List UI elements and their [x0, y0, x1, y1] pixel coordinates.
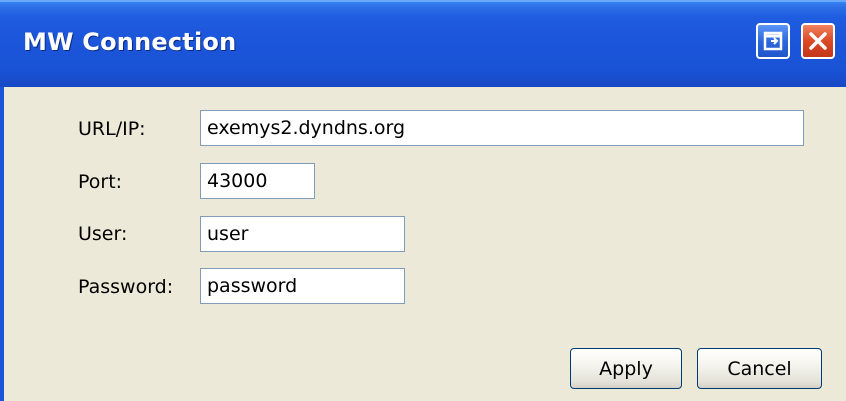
url-input[interactable] [200, 110, 804, 146]
password-label: Password: [78, 276, 174, 298]
password-input[interactable] [200, 268, 405, 304]
user-input[interactable] [200, 216, 405, 252]
cancel-button[interactable]: Cancel [697, 348, 822, 389]
mw-connection-window: MW Connection URL/IP: Port: User: Passwo… [0, 0, 846, 401]
close-button[interactable] [801, 23, 835, 59]
restore-button[interactable] [756, 23, 790, 59]
user-label: User: [78, 223, 128, 245]
title-bar[interactable]: MW Connection [0, 0, 846, 87]
close-icon [809, 32, 827, 50]
window-left-border [0, 87, 4, 401]
port-label: Port: [78, 171, 123, 193]
restore-icon [763, 31, 783, 51]
apply-button[interactable]: Apply [570, 348, 682, 389]
url-label: URL/IP: [78, 118, 146, 140]
window-title: MW Connection [23, 28, 237, 56]
port-input[interactable] [200, 163, 315, 199]
